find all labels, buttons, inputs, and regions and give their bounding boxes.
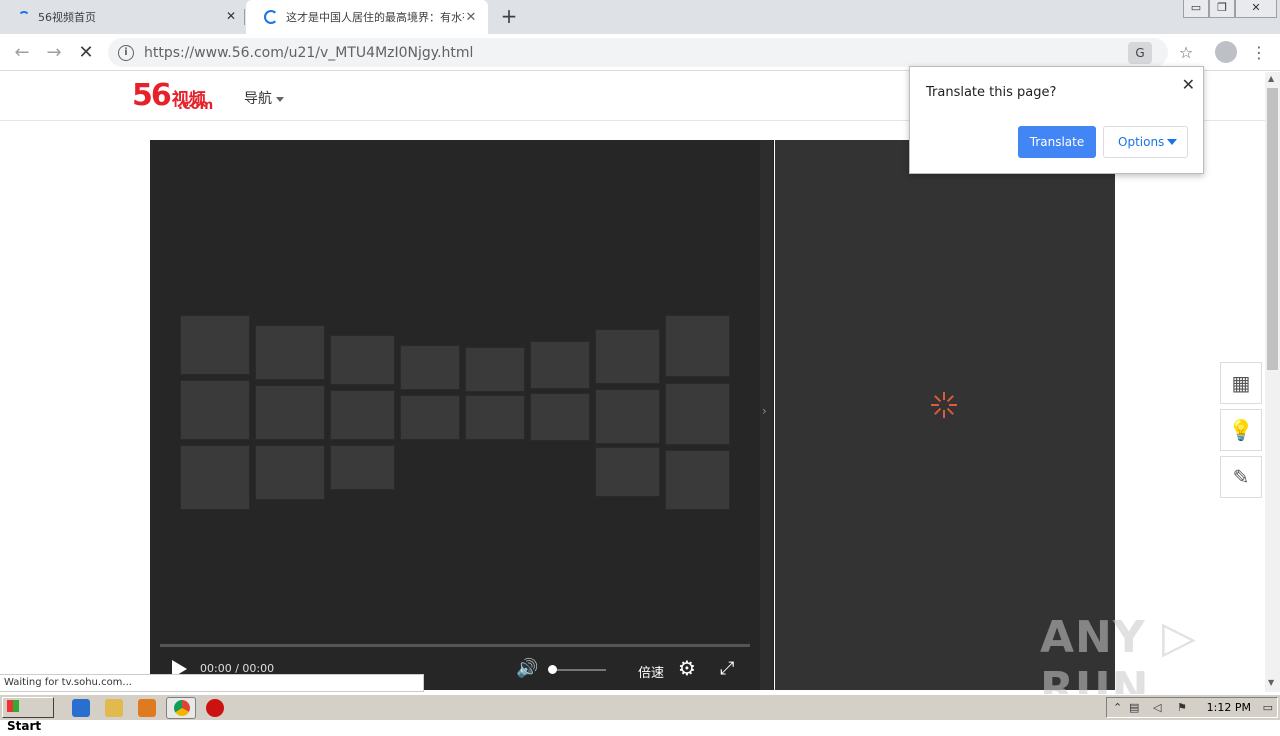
- poster-tile: [595, 329, 660, 384]
- chevron-right-icon: ›: [762, 404, 767, 418]
- poster-tile: [465, 347, 525, 392]
- chevron-down-icon: [1167, 139, 1177, 145]
- sidepanel-toggle[interactable]: ›: [760, 140, 774, 690]
- address-bar[interactable]: i https://www.56.com/u21/v_MTU4MzI0Njgy.…: [108, 38, 1168, 67]
- restore-button[interactable]: ❐: [1209, 0, 1235, 18]
- tab-current-video[interactable]: 这才是中国人居住的最高境界：有水有... ✕: [246, 0, 488, 34]
- poster-tile: [665, 383, 730, 445]
- lightbulb-icon[interactable]: 💡: [1220, 409, 1262, 451]
- poster-tile: [400, 395, 460, 440]
- tab-title: 这才是中国人居住的最高境界：有水有...: [286, 11, 464, 24]
- close-icon[interactable]: ✕: [1182, 75, 1195, 94]
- qr-code-icon[interactable]: ▦: [1220, 362, 1262, 404]
- settings-gear-icon[interactable]: ⚙: [678, 656, 696, 680]
- playback-speed-button[interactable]: 倍速: [638, 662, 664, 681]
- start-button[interactable]: Start: [2, 697, 54, 733]
- clock[interactable]: 1:12 PM: [1207, 701, 1251, 714]
- tab-strip: 56视频首页 这才是中国人居住的最高境界：有水有... ✕ ✕ + ▭ ❐ ✕: [0, 0, 1280, 34]
- poster-collage: [180, 305, 730, 520]
- floating-toolbar: ▦ 💡 ✎: [1220, 362, 1262, 503]
- volume-handle[interactable]: [548, 665, 557, 674]
- network-icon[interactable]: ▤: [1129, 701, 1139, 714]
- poster-tile: [665, 450, 730, 510]
- loading-favicon-icon: [18, 11, 30, 23]
- poster-tile: [330, 335, 395, 385]
- translate-popup: Translate this page? ✕ Translate Options: [909, 66, 1204, 174]
- poster-tile: [255, 385, 325, 440]
- poster-tile: [595, 389, 660, 444]
- poster-tile: [665, 315, 730, 377]
- poster-tile: [330, 445, 395, 490]
- minimize-button[interactable]: ▭: [1183, 0, 1209, 18]
- window-controls: ▭ ❐ ✕: [1183, 0, 1277, 18]
- nav-label: 导航: [244, 91, 272, 107]
- logo-com: .com: [178, 98, 214, 113]
- side-panel: [775, 140, 1115, 690]
- logo-number: 56: [132, 78, 172, 113]
- poster-tile: [180, 315, 250, 375]
- poster-tile: [530, 393, 590, 441]
- poster-tile: [330, 390, 395, 440]
- loading-spinner-icon: [931, 392, 957, 418]
- poster-tile: [530, 341, 590, 389]
- tab-separator: [244, 9, 245, 25]
- url-text[interactable]: https://www.56.com/u21/v_MTU4MzI0Njgy.ht…: [144, 45, 473, 61]
- system-tray: ⌃ ▤ ◁ ⚑ 1:12 PM ▭: [1106, 697, 1278, 718]
- chrome-taskbar-button[interactable]: [166, 697, 196, 719]
- start-label: Start: [7, 719, 42, 733]
- fullscreen-icon[interactable]: ⤢: [720, 658, 734, 679]
- options-label: Options: [1118, 135, 1165, 149]
- media-player-icon[interactable]: [138, 699, 156, 717]
- caret-down-icon: [276, 96, 284, 102]
- volume-slider[interactable]: [550, 669, 606, 671]
- windows-taskbar: Start ⌃ ▤ ◁ ⚑ 1:12 PM ▭: [0, 694, 1280, 733]
- video-player[interactable]: 00:00 / 00:00 🔊 倍速 ⚙ ⤢: [150, 140, 760, 690]
- profile-avatar[interactable]: [1215, 41, 1237, 63]
- volume-icon[interactable]: 🔊: [516, 658, 538, 679]
- scrollbar-thumb[interactable]: [1267, 88, 1278, 370]
- forward-button[interactable]: →: [42, 41, 66, 65]
- show-desktop-icon[interactable]: ▭: [1263, 701, 1273, 714]
- nav-dropdown[interactable]: 导航: [244, 88, 284, 108]
- poster-tile: [180, 380, 250, 440]
- bookmark-star-icon[interactable]: ☆: [1174, 41, 1198, 65]
- tab-title: 56视频首页: [38, 11, 96, 24]
- speaker-icon[interactable]: ◁: [1153, 701, 1161, 714]
- new-tab-button[interactable]: +: [498, 5, 520, 27]
- chrome-menu-icon[interactable]: ⋮: [1247, 41, 1271, 65]
- page-scrollbar[interactable]: ▲ ▼: [1265, 72, 1280, 692]
- chrome-icon: [174, 700, 190, 716]
- translate-button[interactable]: Translate: [1018, 126, 1096, 158]
- tab-close-icon[interactable]: ✕: [464, 10, 478, 25]
- close-window-button[interactable]: ✕: [1235, 0, 1277, 18]
- url-host: https://www.56.com: [144, 44, 284, 61]
- opera-icon[interactable]: [206, 699, 224, 717]
- site-info-icon[interactable]: i: [118, 44, 134, 61]
- poster-tile: [595, 447, 660, 497]
- feedback-edit-icon[interactable]: ✎: [1220, 456, 1262, 498]
- site-logo[interactable]: 56 视频 .com: [132, 78, 213, 114]
- windows-logo-icon: [7, 700, 19, 712]
- poster-tile: [255, 445, 325, 500]
- poster-tile: [180, 445, 250, 510]
- poster-tile: [465, 395, 525, 440]
- tab-close-icon[interactable]: ✕: [226, 9, 236, 23]
- progress-bar[interactable]: [160, 644, 750, 647]
- folder-icon[interactable]: [105, 699, 123, 717]
- translate-icon[interactable]: G: [1128, 42, 1152, 64]
- tab-56-home[interactable]: 56视频首页: [0, 0, 244, 34]
- status-bar: Waiting for tv.sohu.com...: [0, 674, 424, 692]
- ie-icon[interactable]: [72, 699, 90, 717]
- poster-tile: [400, 345, 460, 390]
- translate-question: Translate this page?: [926, 85, 1057, 100]
- scroll-up-icon[interactable]: ▲: [1268, 74, 1274, 83]
- stop-loading-button[interactable]: ✕: [74, 41, 98, 65]
- loading-spinner-icon: [264, 10, 278, 24]
- poster-tile: [255, 325, 325, 380]
- back-button[interactable]: ←: [10, 41, 34, 65]
- options-button[interactable]: Options: [1103, 126, 1188, 158]
- url-path: /u21/v_MTU4MzI0Njgy.html: [283, 44, 474, 61]
- flag-icon[interactable]: ⚑: [1177, 701, 1187, 714]
- tray-expand-icon[interactable]: ⌃: [1113, 701, 1122, 714]
